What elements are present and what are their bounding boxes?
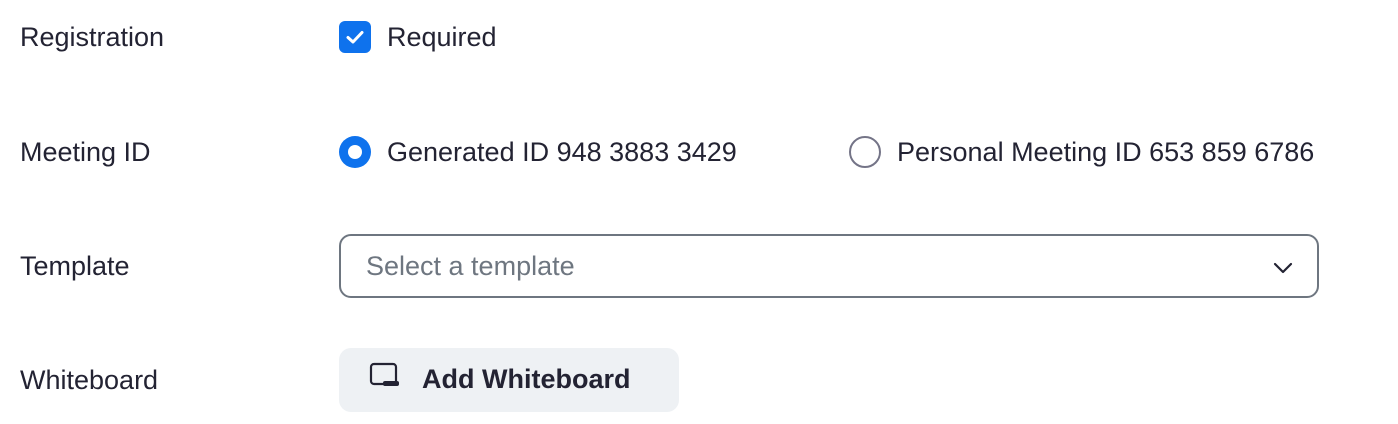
- chevron-down-icon: [1273, 262, 1293, 274]
- registration-required-checkbox[interactable]: [339, 21, 371, 53]
- whiteboard-icon: [369, 362, 399, 386]
- add-whiteboard-button[interactable]: Add Whiteboard: [339, 348, 679, 412]
- generated-id-radio[interactable]: [339, 136, 371, 168]
- add-whiteboard-label: Add Whiteboard: [422, 364, 631, 394]
- whiteboard-label: Whiteboard: [20, 365, 159, 395]
- registration-label: Registration: [20, 22, 165, 52]
- template-label: Template: [20, 251, 130, 281]
- personal-meeting-id-radio[interactable]: [849, 136, 881, 168]
- meeting-id-label: Meeting ID: [20, 137, 151, 167]
- generated-id-label[interactable]: Generated ID 948 3883 3429: [387, 139, 737, 166]
- template-select-placeholder: Select a template: [366, 251, 575, 281]
- template-select[interactable]: Select a template: [339, 234, 1319, 298]
- checkmark-icon: [346, 31, 364, 44]
- personal-meeting-id-label[interactable]: Personal Meeting ID 653 859 6786: [897, 139, 1314, 166]
- registration-required-label[interactable]: Required: [387, 24, 497, 51]
